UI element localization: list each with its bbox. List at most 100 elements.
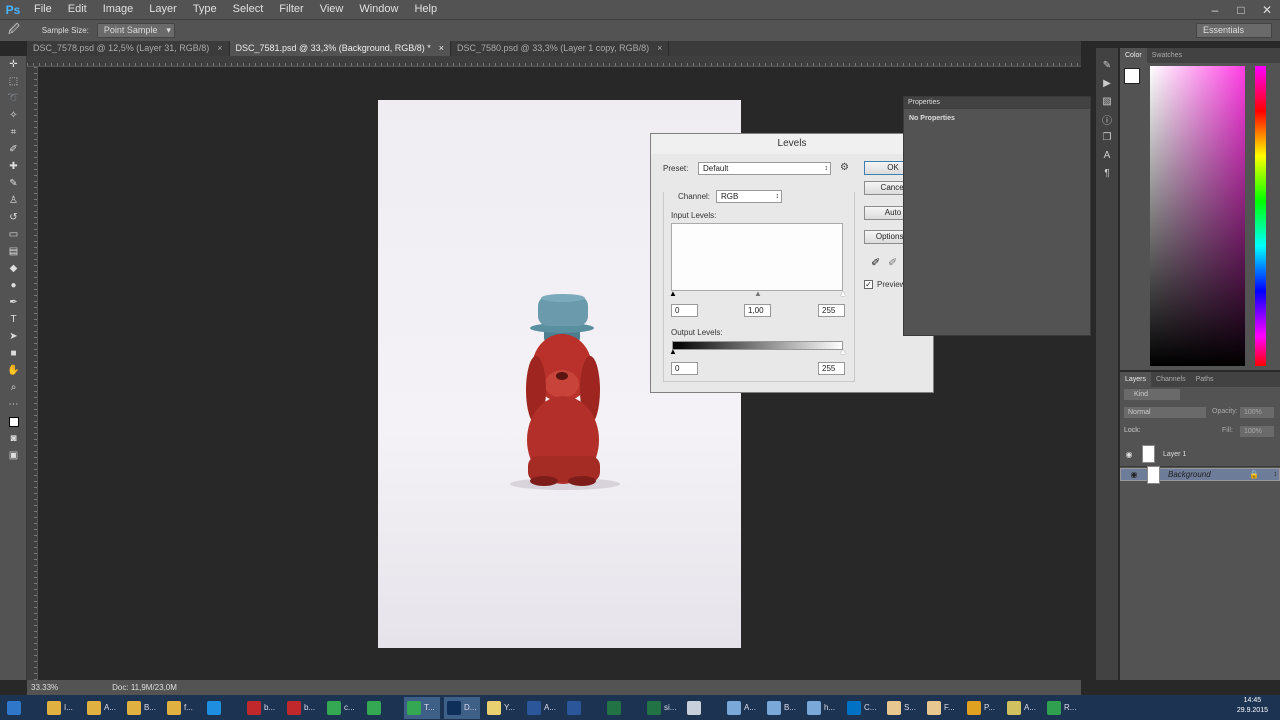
move-tool-icon[interactable]: ✛ <box>0 56 27 73</box>
hand-tool-icon[interactable]: ✋ <box>0 362 27 379</box>
menu-image[interactable]: Image <box>95 0 142 19</box>
pen-tool-icon[interactable]: ✒ <box>0 294 27 311</box>
taskbar-item[interactable]: Y... <box>484 697 520 719</box>
gradient-tool-icon[interactable]: ▤ <box>0 243 27 260</box>
character-icon[interactable]: A <box>1096 146 1118 164</box>
menu-view[interactable]: View <box>312 0 352 19</box>
adjustments-icon[interactable]: ▨ <box>1096 92 1118 110</box>
taskbar-item[interactable] <box>364 697 400 719</box>
workspace-select[interactable]: Essentials <box>1196 23 1272 38</box>
layer-row-layer-1[interactable]: ◉ Layer 1 <box>1120 442 1280 467</box>
output-white-slider[interactable]: ▲ <box>839 347 847 356</box>
tool-presets-icon[interactable]: ✎ <box>1096 56 1118 74</box>
taskbar-item[interactable]: b... <box>284 697 320 719</box>
opacity-field[interactable]: 100% <box>1240 407 1274 418</box>
preset-select[interactable]: Default <box>698 162 831 175</box>
tab-dsc-7580[interactable]: DSC_7580.psd @ 33,3% (Layer 1 copy, RGB/… <box>451 41 670 56</box>
taskbar-item[interactable]: C... <box>844 697 880 719</box>
menu-select[interactable]: Select <box>225 0 272 19</box>
quick-select-tool-icon[interactable]: ✧ <box>0 107 27 124</box>
visibility-eye-icon[interactable]: ◉ <box>1125 469 1143 480</box>
close-icon[interactable]: × <box>439 41 444 56</box>
preset-options-gear-icon[interactable]: ⚙ <box>840 162 849 173</box>
taskbar-item[interactable]: f... <box>164 697 200 719</box>
maximize-button[interactable]: □ <box>1228 0 1254 19</box>
shape-tool-icon[interactable]: ■ <box>0 345 27 362</box>
tab-swatches[interactable]: Swatches <box>1147 48 1187 63</box>
close-icon[interactable]: × <box>217 41 222 56</box>
tab-color[interactable]: Color <box>1120 48 1147 63</box>
dodge-tool-icon[interactable]: ● <box>0 277 27 294</box>
preview-checkbox[interactable]: ✓ <box>864 280 873 289</box>
input-gamma-slider[interactable]: ▲ <box>754 289 762 298</box>
output-black-slider[interactable]: ▲ <box>669 347 677 356</box>
history-brush-icon[interactable]: ↺ <box>0 209 27 226</box>
input-black-field[interactable]: 0 <box>671 304 698 317</box>
crop-tool-icon[interactable]: ⌗ <box>0 124 27 141</box>
minimize-button[interactable]: – <box>1202 0 1228 19</box>
color-picker-field[interactable] <box>1150 66 1245 366</box>
close-icon[interactable]: × <box>657 41 662 56</box>
healing-brush-icon[interactable]: ✚ <box>0 158 27 175</box>
start-button[interactable] <box>4 697 40 719</box>
taskbar-item[interactable]: S... <box>884 697 920 719</box>
tab-dsc-7581[interactable]: DSC_7581.psd @ 33,3% (Background, RGB/8)… <box>229 41 452 56</box>
taskbar-item[interactable]: P... <box>964 697 1000 719</box>
input-black-slider[interactable]: ▲ <box>669 289 677 298</box>
taskbar-item[interactable]: A... <box>724 697 760 719</box>
taskbar-item[interactable] <box>564 697 600 719</box>
channel-select[interactable]: RGB <box>716 190 782 203</box>
tab-channels[interactable]: Channels <box>1151 372 1191 387</box>
menu-filter[interactable]: Filter <box>271 0 311 19</box>
taskbar-item[interactable]: R... <box>1044 697 1080 719</box>
brush-tool-icon[interactable]: ✎ <box>0 175 27 192</box>
info-icon[interactable]: ⓘ <box>1096 110 1118 128</box>
fill-field[interactable]: 100% <box>1240 426 1274 437</box>
lasso-tool-icon[interactable]: ➰ <box>0 90 27 107</box>
menu-layer[interactable]: Layer <box>141 0 185 19</box>
actions-play-icon[interactable]: ▶ <box>1096 74 1118 92</box>
layer-filter-kind[interactable]: Kind <box>1124 389 1180 400</box>
output-black-field[interactable]: 0 <box>671 362 698 375</box>
zoom-tool-icon[interactable]: ⌕ <box>0 379 27 396</box>
eyedropper-tool-icon[interactable]: 🖉 <box>8 21 20 40</box>
close-window-button[interactable]: ✕ <box>1254 0 1280 19</box>
quick-mask-icon[interactable]: ◙ <box>0 430 27 447</box>
taskbar-item[interactable]: T... <box>404 696 440 719</box>
input-gamma-field[interactable]: 1,00 <box>744 304 771 317</box>
input-white-slider[interactable]: ▲ <box>839 289 847 298</box>
clone-stamp-icon[interactable]: ♙ <box>0 192 27 209</box>
taskbar-item[interactable]: B... <box>764 697 800 719</box>
tab-dsc-7578[interactable]: DSC_7578.psd @ 12,5% (Layer 31, RGB/8) × <box>27 41 230 56</box>
eraser-tool-icon[interactable]: ▭ <box>0 226 27 243</box>
black-point-eyedropper-icon[interactable]: ✐ <box>871 256 880 269</box>
marquee-tool-icon[interactable]: ⬚ <box>0 73 27 90</box>
taskbar-item[interactable] <box>684 697 720 719</box>
taskbar-item[interactable]: I... <box>44 697 80 719</box>
paragraph-icon[interactable]: ¶ <box>1096 164 1118 182</box>
taskbar-item[interactable]: F... <box>924 697 960 719</box>
hue-slider[interactable] <box>1255 66 1266 366</box>
taskbar-item[interactable]: c... <box>324 697 360 719</box>
taskbar-item[interactable]: h... <box>804 697 840 719</box>
output-white-field[interactable]: 255 <box>818 362 845 375</box>
tab-paths[interactable]: Paths <box>1191 372 1219 387</box>
visibility-eye-icon[interactable]: ◉ <box>1120 450 1138 459</box>
menu-help[interactable]: Help <box>406 0 445 19</box>
taskbar-item[interactable]: A... <box>1004 697 1040 719</box>
color-swatches-icon[interactable] <box>0 413 27 430</box>
layer-row-background[interactable]: ◉ Background 🔒 <box>1120 465 1280 484</box>
taskbar-item[interactable]: D... <box>444 696 480 719</box>
tab-layers[interactable]: Layers <box>1120 372 1152 387</box>
type-tool-icon[interactable]: T <box>0 311 27 328</box>
blend-mode-select[interactable]: Normal <box>1124 407 1206 418</box>
taskbar-item[interactable]: B... <box>124 697 160 719</box>
path-select-icon[interactable]: ➤ <box>0 328 27 345</box>
clone-source-icon[interactable]: ❐ <box>1096 128 1118 146</box>
sample-size-select[interactable]: Point Sample <box>96 23 175 38</box>
input-white-field[interactable]: 255 <box>818 304 845 317</box>
menu-type[interactable]: Type <box>185 0 225 19</box>
taskbar-item[interactable]: A... <box>84 697 120 719</box>
taskbar-item[interactable] <box>204 697 240 719</box>
foreground-color-swatch[interactable] <box>1124 68 1140 84</box>
